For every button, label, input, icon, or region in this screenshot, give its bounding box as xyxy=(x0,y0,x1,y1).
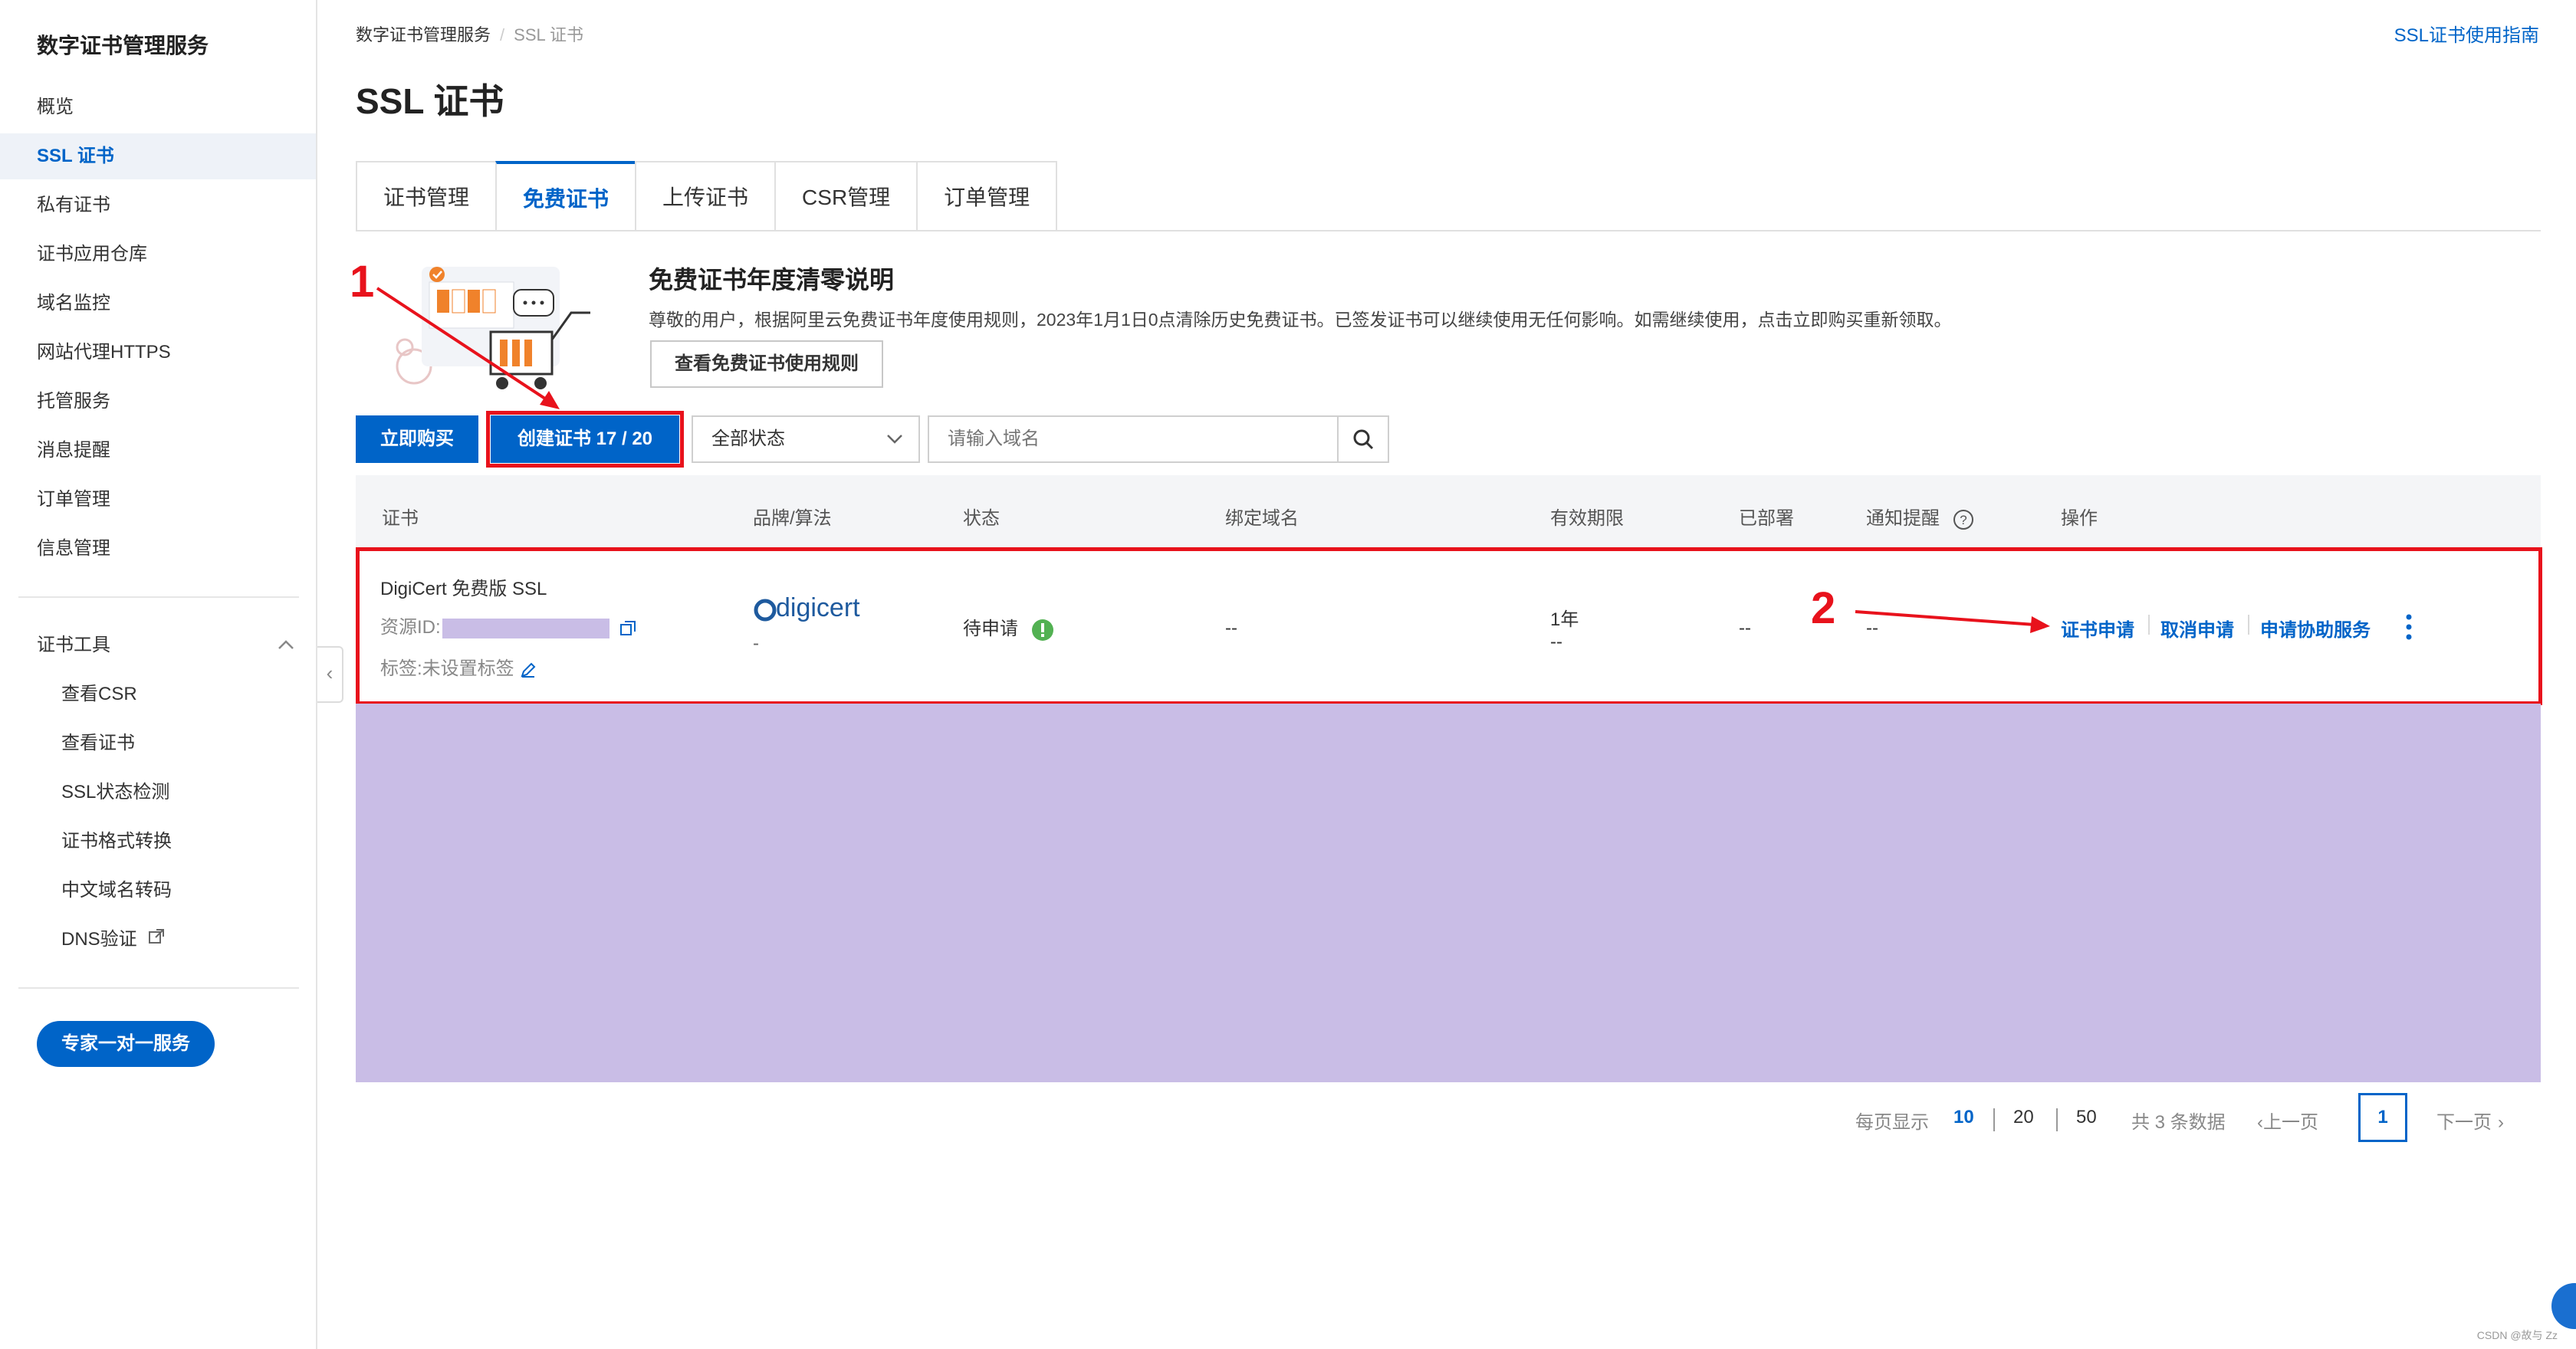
pagination-separator xyxy=(1993,1108,1995,1131)
watermark: CSDN @故与 Zz xyxy=(2476,1329,2558,1341)
sidebar-tool-view-cert[interactable]: 查看证书 xyxy=(0,720,316,766)
sidebar-divider-2 xyxy=(18,987,299,989)
col-notify: 通知提醒 ? xyxy=(1866,503,1974,530)
table-header: 证书 品牌/算法 状态 绑定域名 有效期限 已部署 通知提醒 ? 操作 xyxy=(356,475,2541,549)
col-domain: 绑定域名 xyxy=(1225,508,1299,529)
breadcrumb-item-service[interactable]: 数字证书管理服务 xyxy=(356,25,491,44)
external-link-icon xyxy=(148,929,165,950)
tab-bar: 证书管理 免费证书 上传证书 CSR管理 订单管理 xyxy=(356,161,1058,231)
per-page-label: 每页显示 xyxy=(1855,1112,1929,1133)
col-validity: 有效期限 xyxy=(1550,508,1624,529)
search-icon xyxy=(1352,429,1375,464)
sidebar-tool-ssl-check[interactable]: SSL状态检测 xyxy=(0,770,316,816)
notice-title: 免费证书年度清零说明 xyxy=(649,266,895,294)
annotation-marker-1: 1 xyxy=(350,257,375,307)
col-status: 状态 xyxy=(963,508,1000,529)
breadcrumb-item-current: SSL 证书 xyxy=(514,25,584,44)
sidebar-collapse-toggle[interactable]: ‹ xyxy=(317,646,343,703)
sidebar-item-orders[interactable]: 订单管理 xyxy=(0,477,316,523)
sidebar-tool-dns-verify[interactable]: DNS验证 xyxy=(0,917,316,963)
tabs-underline xyxy=(356,230,2541,231)
sidebar-item-info[interactable]: 信息管理 xyxy=(0,526,316,572)
page-number-current[interactable]: 1 xyxy=(2358,1093,2407,1142)
annotation-arrow-2 xyxy=(1855,610,2050,633)
chevron-right-icon: › xyxy=(2498,1112,2504,1133)
sidebar-item-ssl-cert[interactable]: SSL 证书 xyxy=(0,133,316,179)
sidebar-item-domain-monitor[interactable]: 域名监控 xyxy=(0,281,316,327)
breadcrumb: 数字证书管理服务 / SSL 证书 xyxy=(356,25,584,44)
sidebar-item-private-cert[interactable]: 私有证书 xyxy=(0,182,316,228)
sidebar-tool-format-convert[interactable]: 证书格式转换 xyxy=(0,819,316,865)
chevron-down-icon xyxy=(885,417,905,478)
col-cert: 证书 xyxy=(382,508,419,529)
view-free-cert-rules-button[interactable]: 查看免费证书使用规则 xyxy=(650,340,883,388)
page-size-20[interactable]: 20 xyxy=(2013,1107,2034,1128)
domain-search-input[interactable] xyxy=(928,415,1339,463)
col-actions: 操作 xyxy=(2061,508,2098,529)
sidebar-item-overview[interactable]: 概览 xyxy=(0,84,316,130)
pagination-separator xyxy=(2056,1108,2058,1131)
annotation-marker-2: 2 xyxy=(1811,583,1836,633)
tab-csr-management[interactable]: CSR管理 xyxy=(774,161,917,231)
chevron-left-icon: ‹ xyxy=(326,661,334,684)
notice-text: 尊敬的用户，根据阿里云免费证书年度使用规则，2023年1月1日0点清除历史免费证… xyxy=(649,310,1952,330)
highlight-box-row xyxy=(356,547,2542,705)
expert-service-button[interactable]: 专家一对一服务 xyxy=(37,1021,215,1067)
page-size-10[interactable]: 10 xyxy=(1953,1107,1974,1128)
sidebar-divider xyxy=(18,596,299,598)
sidebar-item-https-proxy[interactable]: 网站代理HTTPS xyxy=(0,330,316,376)
tab-free-cert[interactable]: 免费证书 xyxy=(495,161,636,231)
sidebar-tools-header[interactable]: 证书工具 xyxy=(0,622,316,668)
tab-upload-cert[interactable]: 上传证书 xyxy=(635,161,775,231)
sidebar-title: 数字证书管理服务 xyxy=(37,34,209,57)
total-count: 共 3 条数据 xyxy=(2131,1112,2226,1133)
sidebar: 数字证书管理服务 概览 SSL 证书 私有证书 证书应用仓库 域名监控 网站代理… xyxy=(0,0,317,1349)
buy-now-button[interactable]: 立即购买 xyxy=(356,415,478,463)
search-button[interactable] xyxy=(1339,415,1389,463)
sidebar-item-hosting[interactable]: 托管服务 xyxy=(0,379,316,425)
tab-cert-management[interactable]: 证书管理 xyxy=(356,161,496,231)
floating-help-button[interactable] xyxy=(2551,1283,2576,1329)
prev-page-button[interactable]: ‹上一页 xyxy=(2257,1107,2318,1134)
col-deployed: 已部署 xyxy=(1739,508,1794,529)
help-icon[interactable]: ? xyxy=(1953,508,1974,530)
sidebar-tool-idn-convert[interactable]: 中文域名转码 xyxy=(0,868,316,914)
sidebar-tools-label: 证书工具 xyxy=(37,635,110,655)
highlight-box-create xyxy=(486,411,684,468)
sidebar-item-cert-repo[interactable]: 证书应用仓库 xyxy=(0,231,316,277)
col-notify-label: 通知提醒 xyxy=(1866,508,1940,529)
status-select[interactable]: 全部状态 xyxy=(692,415,920,463)
status-select-value: 全部状态 xyxy=(711,428,785,449)
next-page-label: 下一页 xyxy=(2436,1112,2492,1133)
annotation-arrow-1 xyxy=(376,287,560,409)
ssl-guide-link[interactable]: SSL证书使用指南 xyxy=(2394,20,2539,47)
col-brand: 品牌/算法 xyxy=(753,508,832,529)
redacted-area xyxy=(356,704,2541,1082)
tab-order-management[interactable]: 订单管理 xyxy=(916,161,1058,231)
prev-page-label: 上一页 xyxy=(2263,1112,2318,1133)
dns-verify-label: DNS验证 xyxy=(61,929,137,950)
chevron-left-icon: ‹ xyxy=(2257,1112,2263,1133)
sidebar-item-notifications[interactable]: 消息提醒 xyxy=(0,428,316,474)
svg-text:?: ? xyxy=(1960,513,1967,527)
sidebar-tool-view-csr[interactable]: 查看CSR xyxy=(0,671,316,717)
next-page-button[interactable]: 下一页 › xyxy=(2436,1107,2504,1134)
page-size-50[interactable]: 50 xyxy=(2076,1107,2097,1128)
page-title: SSL 证书 xyxy=(356,81,504,121)
